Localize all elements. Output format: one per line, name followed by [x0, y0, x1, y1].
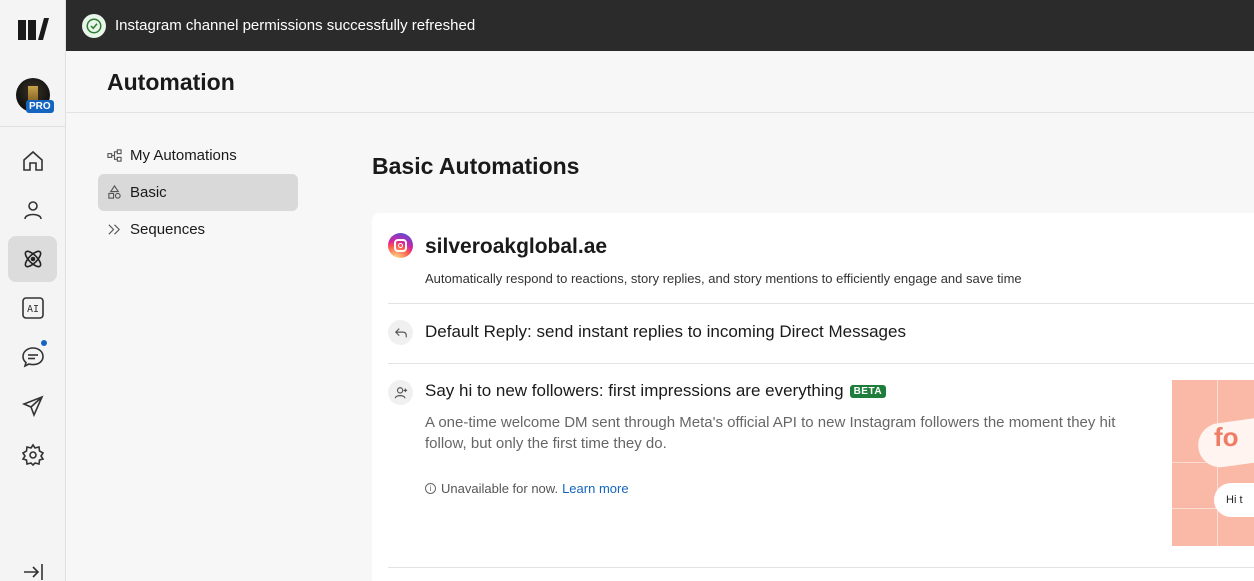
divider — [388, 303, 1254, 304]
left-rail: PRO AI — [0, 0, 66, 581]
instagram-icon — [388, 233, 413, 258]
divider — [388, 363, 1254, 364]
preview-bubble-text: fo — [1214, 422, 1239, 452]
subnav-item-label: Sequences — [130, 221, 206, 238]
learn-more-link[interactable]: Learn more — [562, 481, 628, 496]
section-title: Basic Automations — [372, 153, 580, 179]
preview-chat: Hi t — [1214, 483, 1254, 517]
unavailable-text: Unavailable for now. — [441, 481, 559, 496]
divider — [388, 567, 1254, 568]
subnav-item-basic[interactable]: Basic — [98, 174, 298, 211]
collapse-icon[interactable] — [8, 560, 57, 581]
automation-icon[interactable] — [8, 236, 57, 282]
shapes-icon — [108, 185, 121, 199]
app-logo-icon[interactable] — [16, 14, 50, 44]
page-header: Automation — [66, 51, 1254, 113]
success-toast: Instagram channel permissions successful… — [66, 0, 1254, 51]
info-icon: i — [425, 483, 436, 494]
automation-subnav: My Automations Basic Sequences — [98, 137, 298, 248]
home-icon[interactable] — [8, 138, 57, 184]
notification-dot — [41, 340, 47, 346]
new-followers-description: A one-time welcome DM sent through Meta'… — [425, 414, 1116, 452]
default-reply-row[interactable]: Default Reply: send instant replies to i… — [425, 322, 906, 342]
chat-icon[interactable] — [8, 334, 57, 380]
send-icon[interactable] — [8, 383, 57, 429]
new-followers-title: Say hi to new followers: first impressio… — [425, 381, 844, 400]
ai-icon[interactable]: AI — [8, 285, 57, 331]
account-description: Automatically respond to reactions, stor… — [425, 271, 1022, 286]
page-title: Automation — [107, 69, 235, 95]
rail-divider — [0, 126, 65, 127]
toast-message: Instagram channel permissions successful… — [115, 17, 476, 34]
settings-icon[interactable] — [8, 432, 57, 478]
subnav-item-my-automations[interactable]: My Automations — [98, 137, 298, 174]
beta-badge: BETA — [849, 385, 887, 398]
user-icon — [388, 380, 413, 405]
subnav-item-label: Basic — [130, 184, 167, 201]
unavailable-notice: i Unavailable for now. Learn more — [425, 481, 629, 496]
pro-badge: PRO — [26, 100, 54, 113]
subnav-item-sequences[interactable]: Sequences — [98, 211, 298, 248]
reply-icon — [388, 320, 413, 345]
preview-image: fo Hi t — [1172, 380, 1254, 546]
automation-card: silveroakglobal.ae Automatically respond… — [372, 213, 1254, 581]
svg-text:AI: AI — [26, 304, 38, 315]
new-followers-row[interactable]: Say hi to new followers: first impressio… — [425, 381, 887, 401]
check-circle-icon — [82, 13, 106, 38]
flow-icon — [107, 149, 122, 162]
account-name: silveroakglobal.ae — [425, 235, 608, 258]
subnav-item-label: My Automations — [130, 147, 237, 164]
contacts-icon[interactable] — [8, 187, 57, 233]
sequence-icon — [108, 224, 120, 235]
